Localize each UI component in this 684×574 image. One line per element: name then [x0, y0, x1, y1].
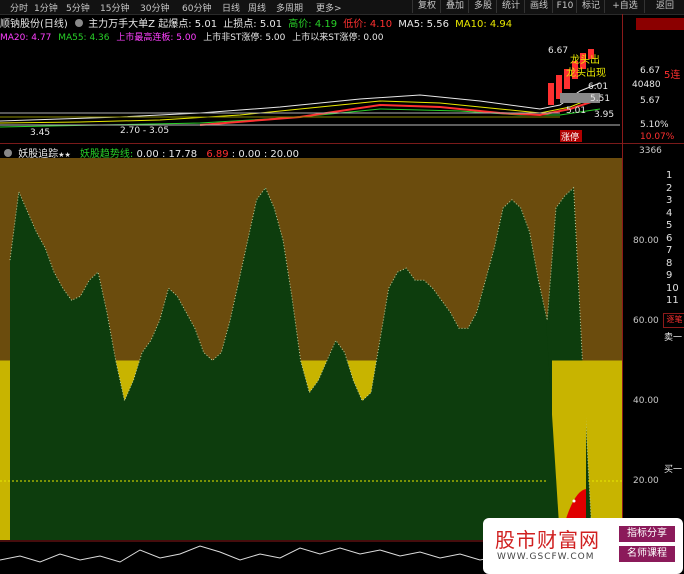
- watermark-main: 股市财富网: [495, 528, 600, 552]
- formula-icon[interactable]: [75, 19, 83, 27]
- ma-line-red: [199, 98, 601, 126]
- rank-number: 7: [666, 245, 673, 256]
- watermark-tag2: 名师课程: [619, 546, 675, 562]
- rank-number: 4: [666, 207, 673, 219]
- formula-name: 主力万手大单Z: [88, 19, 156, 30]
- anno-longtou-1: 龙头出: [570, 53, 600, 66]
- mark-button[interactable]: 标记: [576, 0, 605, 13]
- burst-label: 起爆点:: [158, 19, 192, 30]
- sell-one-label: 卖一: [664, 333, 683, 343]
- burst-value: 5.01: [194, 19, 218, 30]
- stock-period: (日线): [40, 19, 68, 30]
- watermark-logo: 股市财富网 WWW.GSCFW.COM 指标分享 名师课程: [483, 518, 683, 574]
- period-1min-label[interactable]: 分时: [10, 1, 28, 14]
- zt-label: 涨停: [561, 131, 579, 143]
- nonst-label: 上市非ST涨停:: [203, 33, 263, 43]
- ytick-20: 20.00: [633, 476, 659, 486]
- ytick-80: 80.00: [633, 236, 659, 246]
- ma-line-yellow: [0, 94, 601, 124]
- rank-number: 9: [666, 270, 673, 281]
- range-label: 2.70 - 3.05: [120, 126, 169, 136]
- rank-number: 6: [666, 232, 673, 244]
- ma55-value: MA55: 4.36: [58, 33, 110, 43]
- ma-line-white: [0, 82, 601, 122]
- anno-price-601: 6.01: [588, 82, 608, 92]
- price-chart[interactable]: 6.67 龙头出 龙头出现 6.01 5.51 5.01 3.95 3.45 2…: [0, 43, 622, 143]
- back-button[interactable]: 返回: [644, 0, 684, 13]
- stock-name: 顺钠股份: [0, 19, 40, 30]
- anno-price-395: 3.95: [594, 110, 614, 120]
- low-label: 低价:: [343, 19, 367, 30]
- fuquan-button[interactable]: 复权: [412, 0, 441, 13]
- rank-number: 2: [666, 182, 673, 194]
- high-label: 高价:: [288, 19, 312, 30]
- overlay-button[interactable]: 叠加: [440, 0, 469, 13]
- nonst-value: 5.00: [265, 33, 286, 43]
- rank-number: 10: [666, 282, 679, 294]
- indicator-header: 妖股追踪★★ 妖股趋势线: 0.00 : 17.78 6.89 : 0.00 :…: [0, 145, 299, 160]
- low-value: 4.10: [369, 19, 393, 30]
- tab-zhubi[interactable]: 逐笔: [663, 313, 684, 328]
- multi-stock-button[interactable]: 多股: [468, 0, 497, 13]
- buy-one-label: 买一: [664, 465, 683, 475]
- period-toolbar: 分时 1分钟 5分钟 15分钟 30分钟 60分钟 日线 周线 多周期 更多> …: [0, 0, 684, 15]
- anno-price-top: 6.67: [548, 46, 568, 56]
- top-board-value: 5.00: [176, 33, 197, 43]
- ytick-60: 60.00: [633, 316, 659, 326]
- anno-price-501: 5.01: [566, 106, 586, 116]
- stop-label: 止损点:: [223, 19, 257, 30]
- watermark-url: WWW.GSCFW.COM: [497, 552, 595, 562]
- rank-number: 3: [666, 195, 673, 206]
- period-15min[interactable]: 15分钟: [100, 1, 129, 14]
- ytick-40: 40.00: [633, 396, 659, 406]
- f10-button[interactable]: F10: [552, 0, 577, 13]
- indicator-toggle-icon[interactable]: [4, 149, 12, 157]
- ma20-value: MA20: 4.77: [0, 33, 52, 43]
- stock-info-line: 顺钠股份(日线) 主力万手大单Z 起爆点: 5.01 止损点: 5.01 高价:…: [0, 15, 513, 30]
- period-30min[interactable]: 30分钟: [140, 1, 169, 14]
- since-value: 0.00: [363, 33, 384, 43]
- anno-price-551: 5.51: [590, 94, 610, 104]
- period-month[interactable]: 多周期: [276, 1, 303, 14]
- indicator-top-value: 3366: [639, 146, 662, 156]
- period-60min[interactable]: 60分钟: [182, 1, 211, 14]
- ma5-value: MA5: 5.56: [398, 19, 449, 30]
- left-price-label: 3.45: [30, 128, 50, 138]
- indicator-chart[interactable]: [0, 158, 622, 540]
- anno-longtou-2: 龙头出现: [566, 66, 606, 79]
- period-1min[interactable]: 1分钟: [34, 1, 58, 14]
- period-day[interactable]: 日线: [222, 1, 240, 14]
- panel-separator: [0, 143, 684, 144]
- top-board-label: 上市最高连板:: [116, 33, 174, 43]
- rank-number: 8: [666, 257, 673, 269]
- high-value: 4.19: [314, 19, 338, 30]
- since-label: 上市以来ST涨停:: [292, 33, 361, 43]
- stop-value: 5.01: [259, 19, 283, 30]
- stats-button[interactable]: 统计: [496, 0, 525, 13]
- rank-number: 11: [666, 295, 679, 306]
- period-more[interactable]: 更多>: [316, 1, 342, 14]
- add-watchlist-button[interactable]: +自选: [604, 0, 645, 13]
- ma-info-line: MA20: 4.77 MA55: 4.36 上市最高连板: 5.00 上市非ST…: [0, 30, 384, 43]
- ma10-value: MA10: 4.94: [455, 19, 513, 30]
- draw-button[interactable]: 画线: [524, 0, 553, 13]
- right-axis-panel: 3366 80.00 60.00 40.00 20.00: [622, 14, 684, 574]
- signal-dot: [572, 499, 576, 503]
- rank-number: 1: [666, 170, 673, 181]
- period-week[interactable]: 周线: [248, 1, 266, 14]
- watermark-tag1: 指标分享: [619, 526, 675, 542]
- rank-number: 5: [666, 220, 673, 231]
- period-5min[interactable]: 5分钟: [66, 1, 90, 14]
